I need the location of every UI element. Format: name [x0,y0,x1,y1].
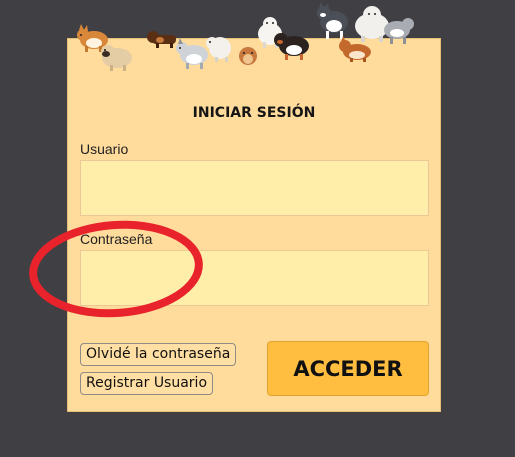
login-submit-button[interactable]: ACCEDER [267,341,429,396]
dog-corgi-icon [339,36,371,62]
dog-pug-icon [101,45,132,71]
dog-round-icon [239,47,257,65]
dog-husky-large-icon [317,2,348,39]
username-input[interactable] [80,160,429,216]
dog-pomeranian-icon [206,37,231,62]
register-user-button[interactable]: Registrar Usuario [80,372,214,395]
login-title: INICIAR SESIÓN [192,105,316,121]
dog-fluffy-icon [355,6,389,42]
dog-husky-icon [176,38,208,69]
dog-dachshund-icon [147,31,176,48]
dog-greyhound-icon [384,18,414,44]
forgot-password-button[interactable]: Olvidé la contraseña [80,343,237,366]
dogs-banner-image [77,2,414,71]
login-panel: INICIAR SESIÓN Usuario Contraseña Olvidé… [67,38,441,412]
dog-bernese-icon [274,33,309,60]
username-label: Usuario [80,141,129,157]
password-input[interactable] [80,250,429,306]
password-label: Contraseña [80,231,153,247]
